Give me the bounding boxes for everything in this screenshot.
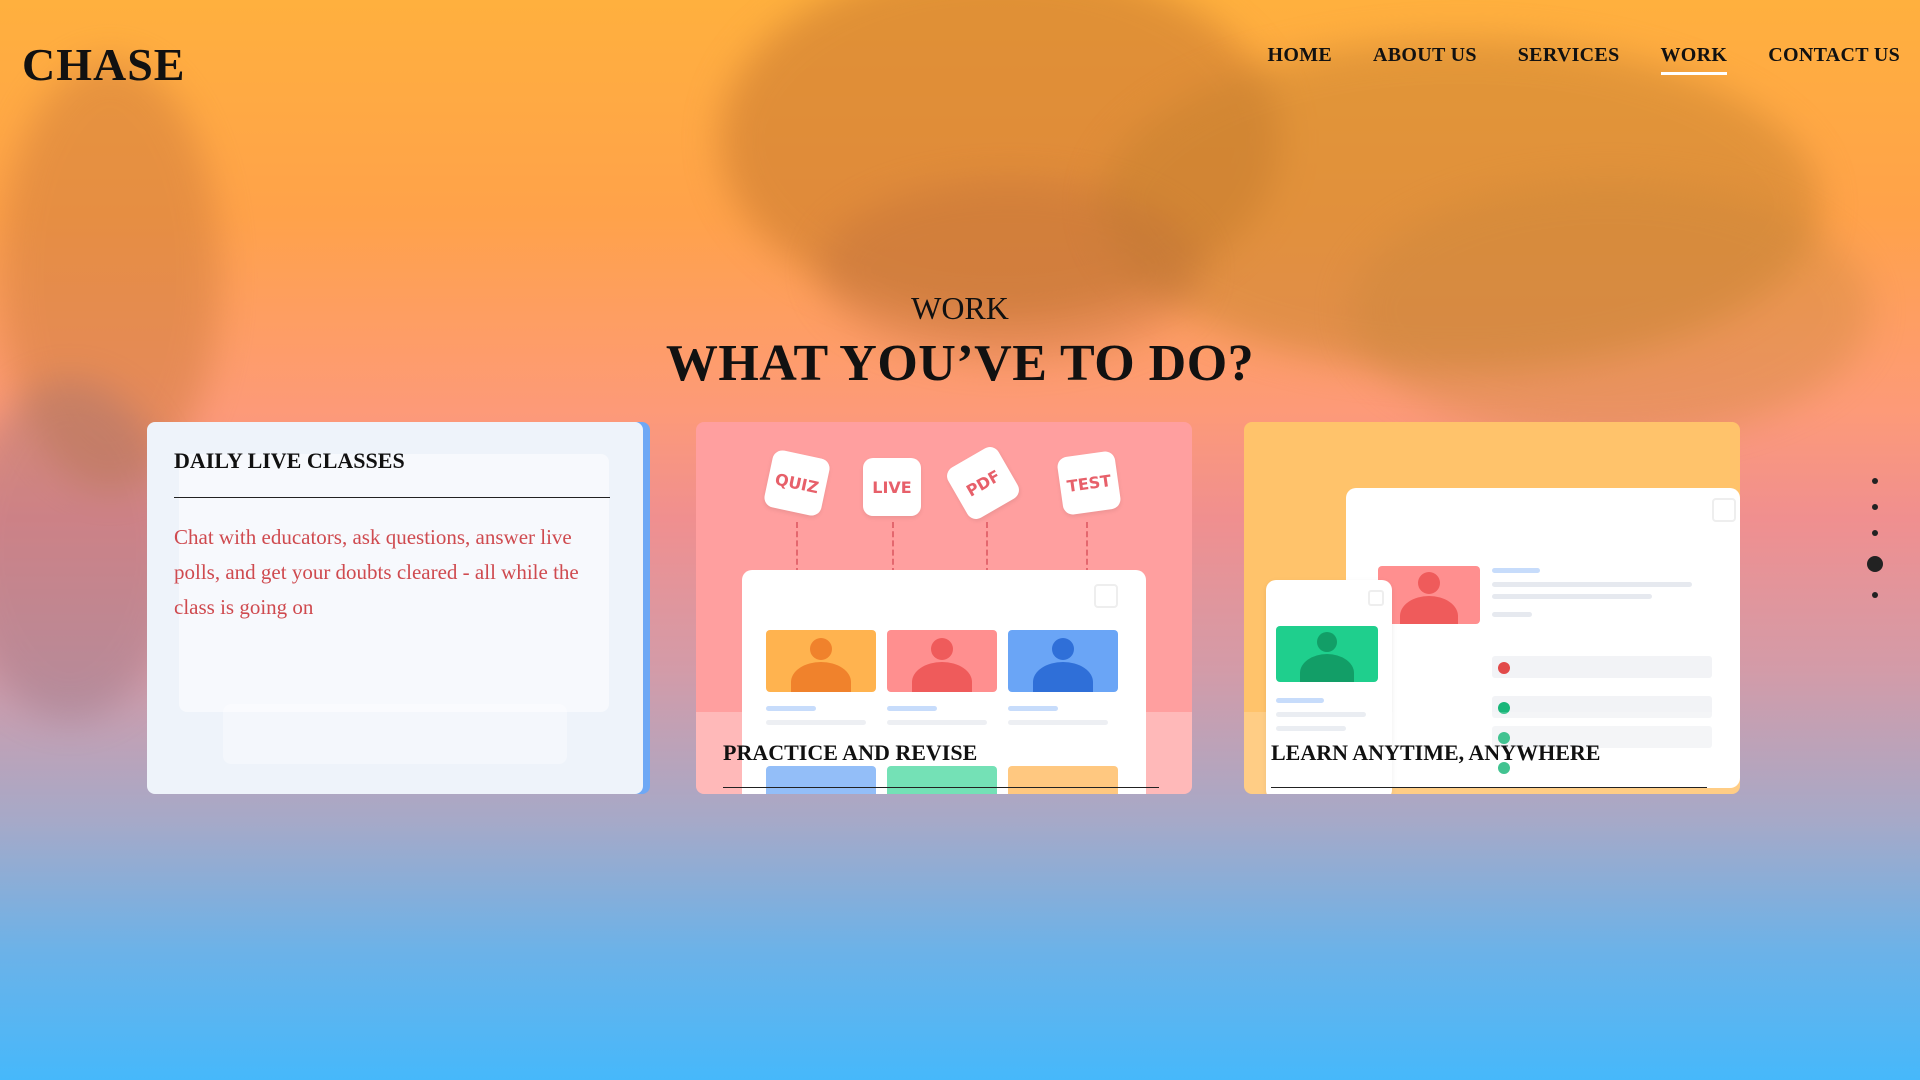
- nav-home[interactable]: HOME: [1267, 44, 1332, 75]
- pagination-dot[interactable]: [1872, 592, 1878, 598]
- section-pagination: [1867, 478, 1883, 598]
- card-title: DAILY LIVE CLASSES: [174, 448, 405, 473]
- window-control-icon: [1094, 584, 1118, 608]
- card-title: LEARN ANYTIME, ANYWHERE: [1271, 740, 1601, 765]
- dashed-line-icon: [796, 522, 800, 574]
- window-control-icon: [1368, 590, 1384, 606]
- window-control-icon: [1712, 498, 1736, 522]
- dashed-line-icon: [986, 522, 990, 574]
- main-nav: HOME ABOUT US SERVICES WORK CONTACT US: [1267, 44, 1900, 75]
- logo[interactable]: CHASE: [22, 38, 185, 91]
- card-learn-anytime-anywhere[interactable]: LEARN ANYTIME, ANYWHERE: [1244, 422, 1740, 794]
- card-practice-and-revise[interactable]: QUIZ LIVE PDF TEST PRACTICE AND REVISE: [696, 422, 1192, 794]
- nav-contact-us[interactable]: CONTACT US: [1768, 44, 1900, 75]
- pagination-dot[interactable]: [1872, 530, 1878, 536]
- section-label: WORK: [911, 290, 1009, 326]
- video-thumbnail: [1008, 630, 1118, 692]
- video-thumbnail: [766, 630, 876, 692]
- pagination-dot[interactable]: [1872, 504, 1878, 510]
- pagination-dot[interactable]: [1872, 478, 1878, 484]
- dashed-line-icon: [1086, 522, 1090, 574]
- pagination-dot-active[interactable]: [1867, 556, 1883, 572]
- card-divider: [174, 497, 610, 498]
- card-illustration-footer: [223, 704, 567, 764]
- live-tag-icon: LIVE: [863, 458, 921, 516]
- pdf-tag-icon: PDF: [943, 443, 1023, 523]
- quiz-tag-icon: QUIZ: [762, 448, 832, 518]
- smoke-decoration: [820, 180, 1200, 360]
- dashed-line-icon: [892, 522, 896, 574]
- card-daily-live-classes[interactable]: DAILY LIVE CLASSES Chat with educators, …: [147, 422, 643, 794]
- nav-services[interactable]: SERVICES: [1518, 44, 1620, 75]
- nav-work[interactable]: WORK: [1660, 44, 1728, 75]
- card-divider: [1271, 787, 1707, 788]
- card-title: PRACTICE AND REVISE: [723, 740, 978, 765]
- video-thumbnail: [887, 630, 997, 692]
- card-divider: [723, 787, 1159, 788]
- nav-about-us[interactable]: ABOUT US: [1373, 44, 1477, 75]
- site-header: CHASE HOME ABOUT US SERVICES WORK CONTAC…: [0, 0, 1920, 110]
- test-tag-icon: TEST: [1056, 450, 1122, 516]
- card-description: Chat with educators, ask questions, answ…: [174, 525, 579, 619]
- section-title: WHAT YOU’VE TO DO?: [665, 335, 1255, 392]
